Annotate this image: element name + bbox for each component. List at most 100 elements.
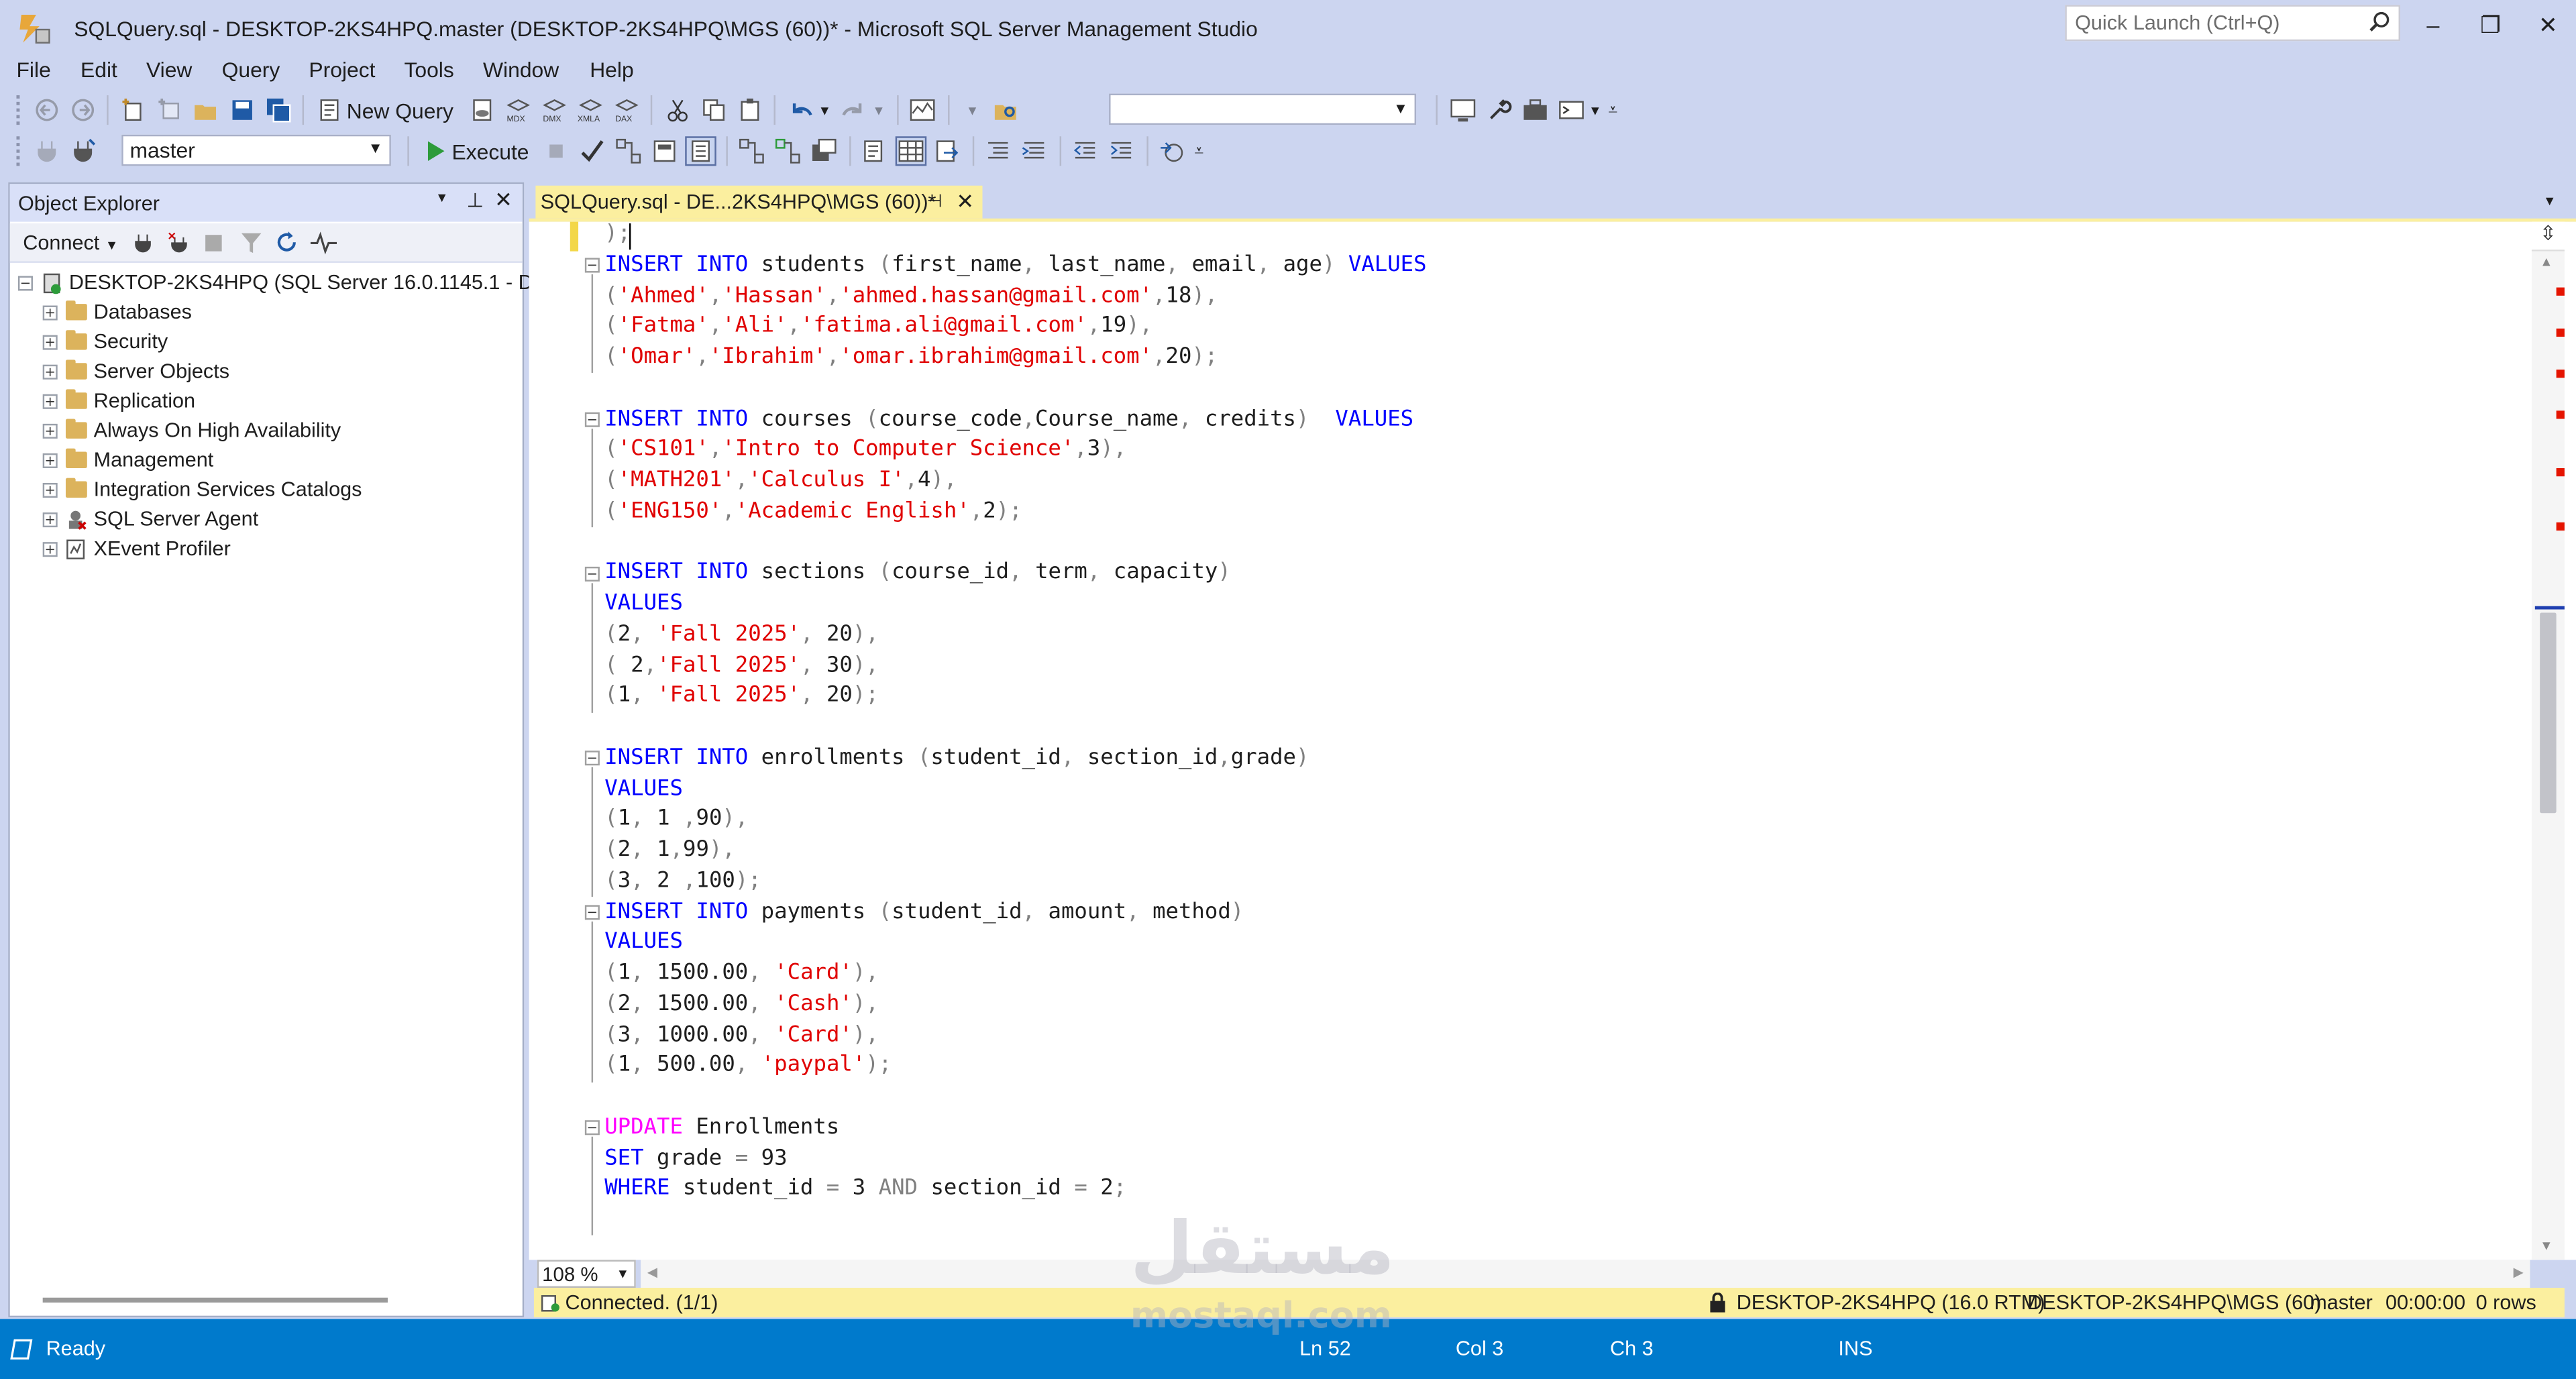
code-line[interactable]: (1, 1500.00, 'Card'), (604, 959, 879, 989)
close-panel-icon[interactable]: ✕ (494, 187, 513, 213)
menu-edit[interactable]: Edit (80, 58, 117, 82)
tree-server-node[interactable]: − DESKTOP-2KS4HPQ (SQL Server 16.0.1145.… (17, 268, 537, 297)
code-line[interactable]: INSERT INTO courses (course_code,Course_… (604, 405, 1413, 435)
code-line[interactable]: VALUES (604, 775, 683, 804)
undo-icon[interactable] (786, 97, 814, 123)
scroll-down-icon[interactable]: ▼ (2540, 1239, 2553, 1254)
code-line[interactable]: ('MATH201','Calculus I',4), (604, 467, 957, 496)
sql-editor[interactable] (529, 221, 2576, 1260)
connect-icon[interactable] (32, 138, 60, 164)
dax-query-icon[interactable]: DAX (612, 97, 640, 123)
fold-toggle-icon[interactable]: − (584, 905, 600, 920)
code-line[interactable]: ('CS101','Intro to Computer Science',3), (604, 436, 1126, 465)
comment-lines-icon[interactable] (985, 138, 1013, 164)
undo-dropdown-icon[interactable]: ▼ (818, 103, 831, 117)
menu-file[interactable]: File (16, 58, 50, 82)
expand-icon[interactable]: + (42, 452, 58, 467)
menu-query[interactable]: Query (222, 58, 280, 82)
parse-check-icon[interactable] (579, 138, 607, 164)
code-line[interactable]: ('Fatma','Ali','fatima.ali@gmail.com',19… (604, 313, 1152, 342)
redo-dropdown-icon[interactable]: ▼ (872, 103, 885, 117)
mdx-query-icon[interactable]: MDX (504, 97, 532, 123)
new-project-icon[interactable] (119, 97, 148, 123)
code-line[interactable]: SET grade = 93 (604, 1144, 787, 1174)
solution-config-dropdown-icon[interactable]: ▼ (966, 103, 979, 117)
dmx-query-icon[interactable]: DMX (540, 97, 568, 123)
results-to-text-icon[interactable] (861, 138, 890, 164)
uncomment-lines-icon[interactable] (1021, 138, 1049, 164)
tree-node-sql-server-agent[interactable]: + SQL Server Agent (42, 504, 258, 534)
expand-icon[interactable]: + (42, 364, 58, 379)
decrease-indent-icon[interactable] (1072, 138, 1100, 164)
connect-button[interactable]: Connect ▼ (23, 231, 118, 254)
code-line[interactable]: ('Ahmed','Hassan','ahmed.hassan@gmail.co… (604, 282, 1218, 311)
restore-button[interactable]: ❐ (2463, 7, 2518, 43)
new-query-icon[interactable] (315, 97, 343, 123)
error-marker[interactable] (2556, 370, 2565, 378)
expand-icon[interactable]: + (42, 393, 58, 408)
open-file-icon[interactable] (191, 97, 219, 123)
tree-node-databases[interactable]: + Databases (42, 297, 192, 327)
vertical-scrollbar-thumb[interactable] (2540, 612, 2557, 814)
fold-toggle-icon[interactable]: − (584, 412, 600, 427)
scroll-up-icon[interactable]: ▲ (2540, 255, 2553, 270)
available-databases-select[interactable]: master ▼ (121, 134, 391, 166)
error-marker[interactable] (2556, 328, 2565, 337)
error-marker[interactable] (2556, 410, 2565, 419)
add-item-icon[interactable] (155, 97, 183, 123)
change-connection-icon[interactable] (68, 138, 97, 164)
code-line[interactable]: (2, 1500.00, 'Cash'), (604, 990, 879, 1019)
code-line[interactable]: ('Omar','Ibrahim','omar.ibrahim@gmail.co… (604, 343, 1218, 373)
include-actual-plan-icon[interactable] (739, 138, 767, 164)
redo-icon[interactable] (841, 97, 869, 123)
code-line[interactable]: (3, 2 ,100); (604, 867, 761, 896)
expand-icon[interactable]: + (42, 334, 58, 349)
close-window-button[interactable]: ✕ (2520, 7, 2576, 43)
toolbar-grip[interactable] (16, 95, 21, 125)
fold-toggle-icon[interactable]: − (584, 258, 600, 273)
tab-list-dropdown-icon[interactable]: ▼ (2543, 194, 2556, 209)
expand-icon[interactable]: + (42, 482, 58, 497)
error-marker[interactable] (2556, 522, 2565, 531)
forward-icon[interactable] (68, 97, 97, 123)
code-line[interactable]: (2, 1,99), (604, 836, 735, 866)
menu-window[interactable]: Window (483, 58, 559, 82)
scroll-right-icon[interactable]: ▶ (2514, 1265, 2524, 1280)
tree-node-xevent-profiler[interactable]: + XEvent Profiler (42, 534, 231, 563)
toolbar-options-dropdown-icon[interactable]: ▼ (1589, 103, 1601, 117)
execute-button[interactable]: Execute (451, 139, 529, 164)
cut-icon[interactable] (663, 97, 691, 123)
filter-icon[interactable] (240, 231, 263, 254)
properties-wrench-icon[interactable] (1485, 97, 1513, 123)
menu-project[interactable]: Project (309, 58, 375, 82)
cancel-query-icon[interactable] (543, 138, 571, 164)
tree-node-replication[interactable]: + Replication (42, 386, 195, 416)
toolbar-overflow-icon-2[interactable]: ⩡ (1194, 142, 1203, 160)
find-in-files-icon[interactable] (993, 97, 1021, 123)
increase-indent-icon[interactable] (1108, 138, 1136, 164)
tab-sqlquery[interactable]: SQLQuery.sql - DE...2KS4HPQ\MGS (60))* ⊣… (535, 185, 983, 219)
tree-node-always-on[interactable]: + Always On High Availability (42, 416, 341, 445)
tab-close-icon[interactable]: ✕ (956, 189, 974, 215)
activity-monitor-pulse-icon[interactable] (310, 231, 337, 255)
panel-dropdown-icon[interactable]: ▼ (435, 190, 448, 205)
display-estimated-plan-icon[interactable] (615, 138, 643, 164)
collapse-icon[interactable]: − (17, 275, 33, 290)
activity-monitor-icon[interactable] (909, 97, 937, 123)
connect-plug-icon[interactable] (131, 231, 154, 254)
tree-node-management[interactable]: + Management (42, 445, 213, 475)
command-window-icon[interactable] (1556, 97, 1585, 123)
split-window-button[interactable]: ⇳ (2531, 221, 2565, 252)
minimize-button[interactable]: – (2405, 7, 2461, 43)
pin-icon[interactable]: ⊥ (467, 189, 484, 212)
code-line[interactable]: INSERT INTO students (first_name, last_n… (604, 251, 1426, 280)
code-line[interactable]: (1, 'Fall 2025', 20); (604, 682, 879, 712)
live-query-stats-icon[interactable] (775, 138, 803, 164)
quick-launch-input[interactable]: Quick Launch (Ctrl+Q) (2065, 5, 2400, 42)
results-to-grid-icon[interactable] (896, 136, 928, 166)
intellisense-enabled-icon[interactable] (686, 136, 717, 166)
results-to-file-icon[interactable] (934, 138, 962, 164)
new-query-button[interactable]: New Query (347, 98, 453, 123)
toolbox-icon[interactable] (1521, 97, 1549, 123)
code-line[interactable]: WHERE student_id = 3 AND section_id = 2; (604, 1175, 1126, 1205)
